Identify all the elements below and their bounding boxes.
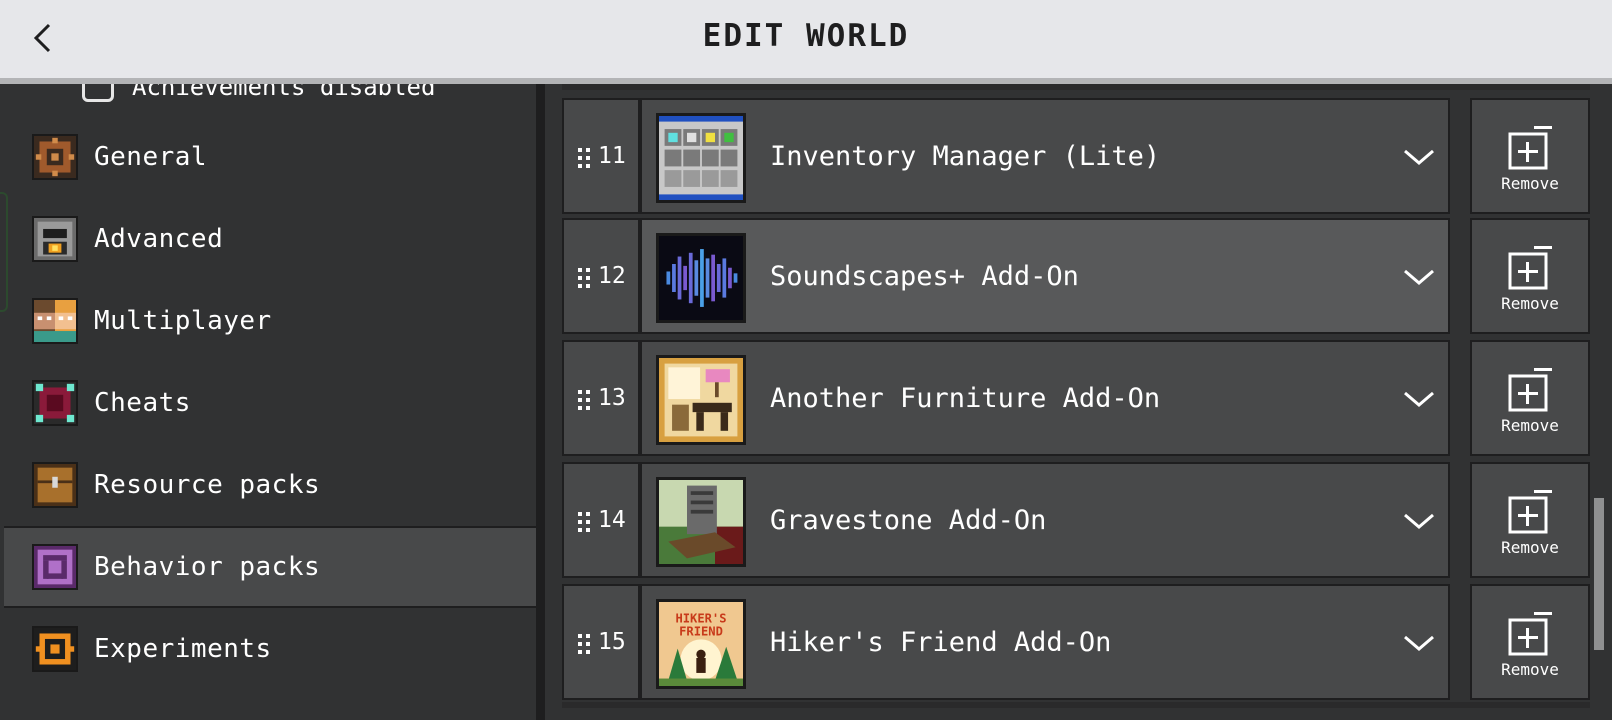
chevron-down-icon[interactable] [1402,388,1436,410]
pack-name: Inventory Manager (Lite) [770,141,1161,172]
pack-name: Another Furniture Add-On [770,383,1161,414]
drag-cell[interactable]: 14 [562,462,640,578]
remove-pack-icon [1508,126,1552,170]
sidebar-item-label: Behavior packs [94,552,321,582]
pack-details-button[interactable]: Gravestone Add-On [640,462,1450,578]
remove-pack-icon [1508,368,1552,412]
sidebar-item-label: General [94,142,208,172]
drag-cell[interactable]: 11 [562,98,640,214]
drag-cell[interactable]: 15 [562,584,640,700]
pack-details-button[interactable]: Soundscapes+ Add-On [640,218,1450,334]
pack-row: 11 Inventory Manager (Lite) Remove [562,98,1590,216]
players-icon [32,298,78,344]
sidebar-item-label: Cheats [94,388,191,418]
remove-label: Remove [1501,416,1559,435]
drag-handle-icon [578,390,590,410]
drag-handle-icon [578,634,590,654]
remove-button[interactable]: Remove [1470,462,1590,578]
scrollbar-thumb[interactable] [1594,498,1604,650]
chest-icon [32,462,78,508]
sidebar-item-label: Resource packs [94,470,321,500]
remove-label: Remove [1501,538,1559,557]
pack-row: 13 Another Furniture Add-On Remove [562,340,1590,458]
sidebar-item-behavior-packs[interactable]: Behavior packs [4,526,536,608]
pack-row: 12 Soundscapes+ Add-On Remove [562,218,1590,336]
row-divider [562,702,1590,708]
remove-label: Remove [1501,174,1559,193]
remove-button[interactable]: Remove [1470,584,1590,700]
pack-name: Hiker's Friend Add-On [770,627,1112,658]
pack-order-number: 12 [598,263,626,289]
cheats-icon [32,380,78,426]
sidebar-item-resource-packs[interactable]: Resource packs [4,444,536,526]
chevron-down-icon[interactable] [1402,510,1436,532]
pack-name: Gravestone Add-On [770,505,1047,536]
pack-order-number: 14 [598,507,626,533]
drag-cell[interactable]: 12 [562,218,640,334]
drag-cell[interactable]: 13 [562,340,640,456]
remove-pack-icon [1508,246,1552,290]
inventory-pack-icon [656,113,746,203]
pack-order-number: 11 [598,143,626,169]
gear-icon [32,134,78,180]
sidebar-item-label: Multiplayer [94,306,272,336]
page-title: EDIT WORLD [702,18,910,54]
row-divider [562,84,1590,90]
chevron-down-icon[interactable] [1402,266,1436,288]
remove-pack-icon [1508,612,1552,656]
furniture-pack-icon [656,355,746,445]
chevron-down-icon[interactable] [1402,146,1436,168]
hikers-friend-logo-text: HIKER'S [675,612,726,626]
pack-order-number: 13 [598,385,626,411]
sidebar-item-label: Advanced [94,224,224,254]
soundwave-pack-icon [656,233,746,323]
sidebar-item-experiments[interactable]: Experiments [4,608,536,690]
sidebar-item-advanced[interactable]: Advanced [4,198,536,280]
sidebar-divider [536,84,545,720]
remove-pack-icon [1508,490,1552,534]
sidebar-item-general[interactable]: General [4,116,536,198]
remove-button[interactable]: Remove [1470,218,1590,334]
pack-row: 15 HIKER'S FRIEND Hiker's Friend Add-On [562,584,1590,702]
pack-name: Soundscapes+ Add-On [770,261,1079,292]
drag-handle-icon [578,148,590,168]
chevron-down-icon[interactable] [1402,632,1436,654]
remove-button[interactable]: Remove [1470,340,1590,456]
pack-details-button[interactable]: Another Furniture Add-On [640,340,1450,456]
remove-label: Remove [1501,660,1559,679]
experiments-icon [32,626,78,672]
sidebar: Achievements disabled General Advanced M… [0,72,536,720]
remove-button[interactable]: Remove [1470,98,1590,214]
remove-label: Remove [1501,294,1559,313]
drag-handle-icon [578,512,590,532]
behavior-pack-icon [32,544,78,590]
pack-order-number: 15 [598,629,626,655]
hikers-friend-pack-icon: HIKER'S FRIEND [656,599,746,689]
hikers-friend-logo-text: FRIEND [679,625,723,639]
header-bar: EDIT WORLD [0,0,1612,78]
pack-row: 14 Gravestone Add-On Remove [562,462,1590,580]
gravestone-pack-icon [656,477,746,567]
pack-details-button[interactable]: Inventory Manager (Lite) [640,98,1450,214]
pack-details-button[interactable]: HIKER'S FRIEND Hiker's Friend Add-On [640,584,1450,700]
drag-handle-icon [578,268,590,288]
behavior-pack-list: 11 Inventory Manager (Lite) Remove 12 So… [562,84,1590,720]
sidebar-item-label: Experiments [94,634,272,664]
furnace-icon [32,216,78,262]
sidebar-item-multiplayer[interactable]: Multiplayer [4,280,536,362]
sidebar-item-cheats[interactable]: Cheats [4,362,536,444]
